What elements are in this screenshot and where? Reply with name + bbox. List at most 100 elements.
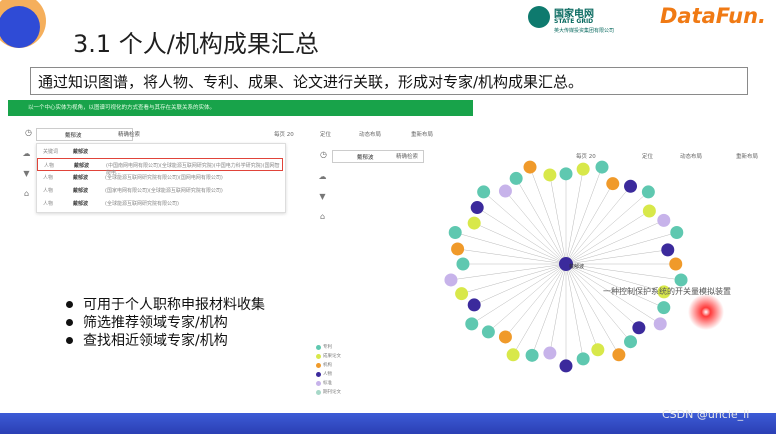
reset-button[interactable]: 重新布局 bbox=[411, 130, 433, 138]
graph-node[interactable] bbox=[624, 335, 638, 349]
graph-node[interactable] bbox=[523, 160, 537, 174]
dropdown-org: (全球能源互联网研究院有限公司) bbox=[105, 201, 179, 207]
graph-edge bbox=[461, 263, 567, 294]
graph-node[interactable] bbox=[467, 216, 481, 230]
knowledge-graph[interactable]: 一种控制保护系统的开关量模拟装置 戴郁波 bbox=[311, 146, 776, 418]
graph-node[interactable] bbox=[498, 330, 512, 344]
notice-text: 以一个中心实体为视角，以图谱可视化的方式查看与其存在关联关系的实体。 bbox=[28, 105, 216, 111]
dropdown-row[interactable]: 人物 戴郁波 (全球能源互联网研究院有限公司) bbox=[37, 197, 281, 208]
clock-icon[interactable]: ◷ bbox=[25, 128, 32, 137]
graph-center-label: 戴郁波 bbox=[569, 263, 584, 270]
graph-edge bbox=[565, 263, 584, 359]
hover-glow bbox=[688, 294, 724, 330]
dropdown-row[interactable]: 人物 戴郁波 (国家电网有限公司)(全球能源互联网研究院有限公司) bbox=[37, 184, 281, 195]
legend-item[interactable]: 机构 bbox=[316, 362, 341, 371]
filter-icon[interactable]: ▼ bbox=[22, 169, 31, 178]
graph-node[interactable] bbox=[670, 226, 684, 240]
graph-node[interactable] bbox=[632, 321, 646, 335]
graph-edge bbox=[515, 178, 567, 265]
dropdown-type: 关键词 bbox=[43, 149, 59, 155]
dropdown-name: 戴郁波 bbox=[73, 188, 89, 194]
graph-node[interactable] bbox=[642, 204, 656, 218]
graph-edge bbox=[565, 232, 677, 265]
graph-edge bbox=[455, 232, 567, 265]
graph-node[interactable] bbox=[669, 257, 683, 271]
slide-title: 3.1 个人/机构成果汇总 bbox=[73, 30, 319, 58]
graph-edge bbox=[565, 263, 631, 342]
cloud-icon[interactable]: ☁ bbox=[22, 149, 31, 158]
graph-node[interactable] bbox=[641, 185, 655, 199]
graph-node[interactable] bbox=[444, 273, 458, 287]
legend-item[interactable]: 人物 bbox=[316, 371, 341, 380]
graph-node[interactable] bbox=[576, 352, 590, 366]
state-grid-sub: 英大传媒投资集团有限公司 bbox=[554, 28, 615, 34]
legend-item[interactable]: 标准 bbox=[316, 380, 341, 389]
graph-node[interactable] bbox=[591, 343, 605, 357]
slide-banner: 通过知识图谱，将人物、专利、成果、论文进行关联，形成对专家/机构成果汇总。 bbox=[30, 67, 748, 95]
graph-edge bbox=[488, 263, 567, 333]
dropdown-row[interactable]: 关键词 戴郁波 bbox=[37, 145, 281, 156]
graph-hover-label: 一种控制保护系统的开关量模拟装置 bbox=[603, 286, 731, 296]
dropdown-name: 戴郁波 bbox=[74, 163, 90, 169]
legend-item[interactable]: 成果论文 bbox=[316, 353, 341, 362]
slide-bottom-bar bbox=[0, 413, 776, 434]
graph-edge bbox=[512, 263, 567, 355]
graph-node[interactable] bbox=[576, 162, 590, 176]
graph-node[interactable] bbox=[470, 201, 484, 215]
state-grid-en: STATE GRID bbox=[554, 18, 594, 25]
decor-blue-circle bbox=[0, 6, 40, 48]
graph-edge bbox=[471, 263, 567, 325]
graph-node[interactable] bbox=[612, 348, 626, 362]
graph-node[interactable] bbox=[559, 359, 573, 373]
graph-node[interactable] bbox=[477, 185, 491, 199]
locate-button[interactable]: 定位 bbox=[320, 130, 331, 138]
graph-node[interactable] bbox=[606, 177, 620, 191]
graph-node[interactable] bbox=[465, 317, 479, 331]
graph-node[interactable] bbox=[456, 257, 470, 271]
graph-node[interactable] bbox=[467, 298, 481, 312]
search-button[interactable]: 精确检索 bbox=[118, 130, 140, 138]
graph-node[interactable] bbox=[543, 168, 557, 182]
graph-node[interactable] bbox=[525, 348, 539, 362]
pager-select[interactable]: 每页 20 bbox=[274, 130, 294, 138]
graph-node[interactable] bbox=[481, 325, 495, 339]
graph-edge bbox=[565, 263, 599, 350]
dropdown-type: 人物 bbox=[44, 163, 55, 169]
graph-edge bbox=[505, 190, 567, 265]
graph-node[interactable] bbox=[506, 348, 520, 362]
graph-edge bbox=[483, 191, 567, 265]
datafun-logo: DataFun. bbox=[660, 4, 767, 28]
layout-button[interactable]: 动态布局 bbox=[359, 130, 381, 138]
graph-node[interactable] bbox=[498, 184, 512, 198]
legend-item[interactable]: 期刊论文 bbox=[316, 389, 341, 398]
graph-node[interactable] bbox=[509, 171, 523, 185]
building-icon[interactable]: ⌂ bbox=[22, 189, 31, 198]
legend-item[interactable]: 专利 bbox=[316, 344, 341, 353]
graph-node[interactable] bbox=[451, 242, 465, 256]
search-dropdown: 关键词 戴郁波 人物 戴郁波 (中国南网电网有限公司)(全球能源互联网研究院)(中国电力… bbox=[36, 143, 286, 213]
left-toolbar: ◷ 戴郁波 精确检索 每页 20 bbox=[22, 128, 312, 142]
graph-node[interactable] bbox=[653, 317, 667, 331]
graph-node[interactable] bbox=[448, 226, 462, 240]
graph-node[interactable] bbox=[559, 167, 573, 181]
graph-edge bbox=[565, 210, 650, 265]
dropdown-name: 戴郁波 bbox=[73, 201, 89, 207]
graph-node[interactable] bbox=[455, 287, 469, 301]
dropdown-org: (全球能源互联网研究院有限公司)(国网电网有限公司) bbox=[105, 175, 223, 181]
banner-text: 通过知识图谱，将人物、专利、成果、论文进行关联，形成对专家/机构成果汇总。 bbox=[38, 73, 584, 91]
dropdown-row[interactable]: 人物 戴郁波 (全球能源互联网研究院有限公司)(国网电网有限公司) bbox=[37, 171, 281, 182]
graph-node[interactable] bbox=[543, 346, 557, 360]
dropdown-type: 人物 bbox=[43, 188, 54, 194]
dropdown-row[interactable]: 人物 戴郁波 (中国南网电网有限公司)(全球能源互联网研究院)(中国电力科学研究院)… bbox=[37, 158, 283, 176]
graph-node[interactable] bbox=[674, 273, 688, 287]
graph-edge bbox=[565, 191, 649, 265]
graph-edge bbox=[565, 263, 620, 355]
graph-edge bbox=[565, 169, 584, 265]
graph-node[interactable] bbox=[624, 179, 638, 193]
graph-node[interactable] bbox=[657, 213, 671, 227]
graph-edge bbox=[505, 263, 567, 338]
graph-node[interactable] bbox=[657, 301, 671, 315]
graph-node[interactable] bbox=[661, 243, 675, 257]
graph-node[interactable] bbox=[595, 160, 609, 174]
left-toolbar-right: 定位 动态布局 重新布局 bbox=[317, 128, 477, 142]
